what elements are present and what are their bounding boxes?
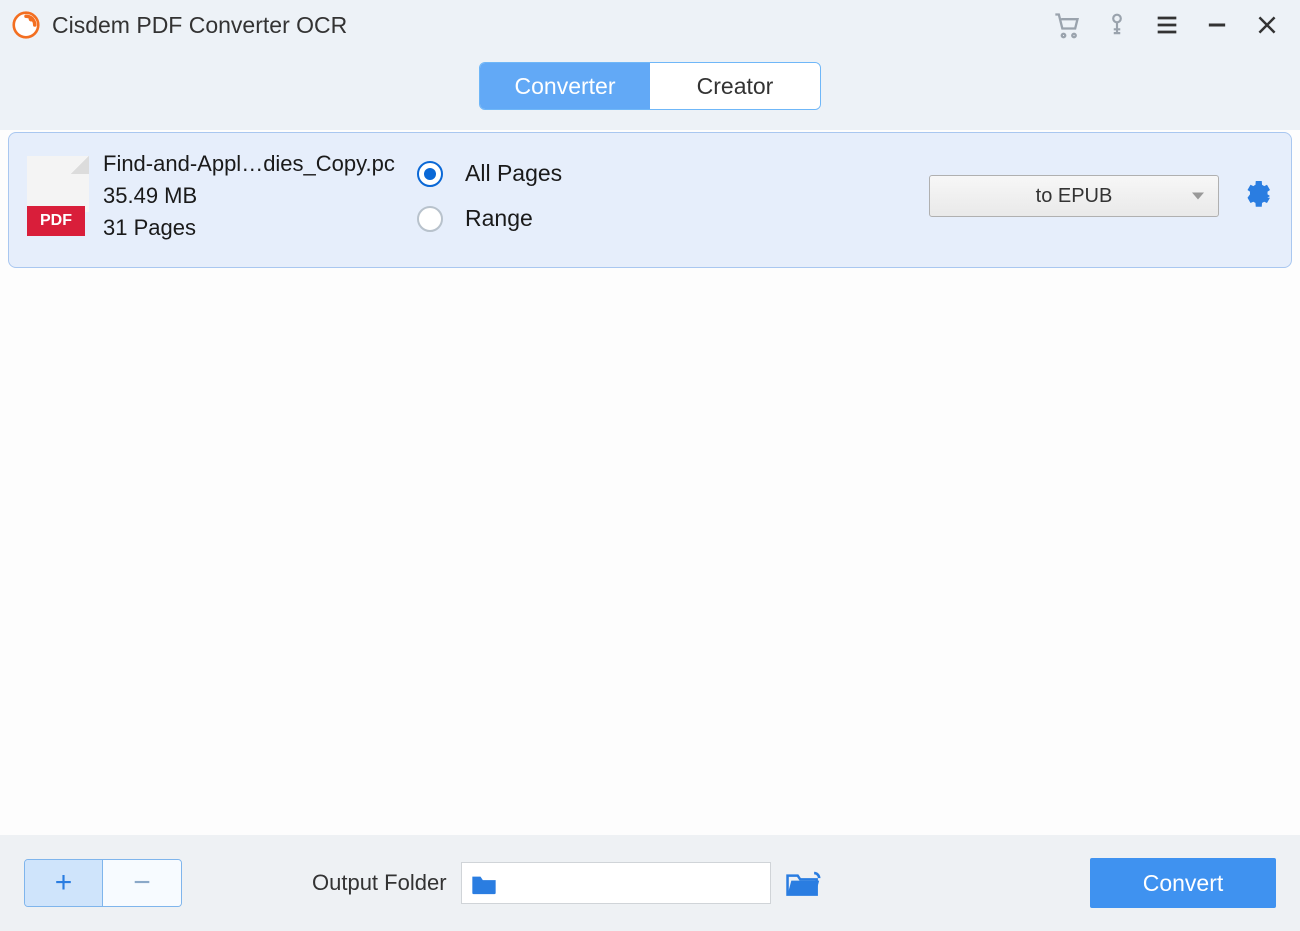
title-bar: Cisdem PDF Converter OCR: [0, 0, 1300, 50]
radio-all-pages[interactable]: All Pages: [417, 160, 562, 187]
minimize-icon[interactable]: [1196, 4, 1238, 46]
file-pages: 31 Pages: [103, 215, 413, 241]
pdf-badge: PDF: [27, 206, 85, 236]
browse-folder-icon[interactable]: [785, 868, 823, 898]
radio-icon: [417, 161, 443, 187]
radio-all-label: All Pages: [465, 160, 562, 187]
app-logo: [12, 11, 40, 39]
remove-file-button[interactable]: −: [103, 860, 181, 906]
convert-button[interactable]: Convert: [1090, 858, 1276, 908]
file-size: 35.49 MB: [103, 183, 413, 209]
cart-icon[interactable]: [1046, 4, 1088, 46]
output-format-select[interactable]: to EPUB: [929, 175, 1219, 217]
radio-range[interactable]: Range: [417, 205, 562, 232]
pdf-thumbnail: PDF: [27, 156, 89, 236]
folder-icon: [470, 872, 498, 894]
mode-tabs: Converter Creator: [0, 50, 1300, 130]
tab-converter[interactable]: Converter: [480, 63, 650, 109]
file-meta: Find-and-Appl…dies_Copy.pc 35.49 MB 31 P…: [103, 151, 413, 241]
file-name: Find-and-Appl…dies_Copy.pc: [103, 151, 413, 177]
output-folder-field[interactable]: [461, 862, 771, 904]
page-mode-group: All Pages Range: [417, 160, 562, 232]
footer-bar: + − Output Folder Convert: [0, 835, 1300, 931]
menu-icon[interactable]: [1146, 4, 1188, 46]
close-icon[interactable]: [1246, 4, 1288, 46]
output-folder-label: Output Folder: [312, 870, 447, 896]
gear-icon[interactable]: [1237, 178, 1273, 214]
tab-creator[interactable]: Creator: [650, 63, 820, 109]
add-file-button[interactable]: +: [25, 860, 103, 906]
app-title: Cisdem PDF Converter OCR: [52, 12, 347, 39]
key-icon[interactable]: [1096, 4, 1138, 46]
radio-range-label: Range: [465, 205, 533, 232]
format-selected: to EPUB: [1036, 185, 1113, 208]
file-row[interactable]: PDF Find-and-Appl…dies_Copy.pc 35.49 MB …: [8, 132, 1292, 268]
add-remove-group: + −: [24, 859, 182, 907]
chevron-down-icon: [1192, 193, 1204, 200]
radio-icon: [417, 206, 443, 232]
file-list: PDF Find-and-Appl…dies_Copy.pc 35.49 MB …: [0, 130, 1300, 835]
